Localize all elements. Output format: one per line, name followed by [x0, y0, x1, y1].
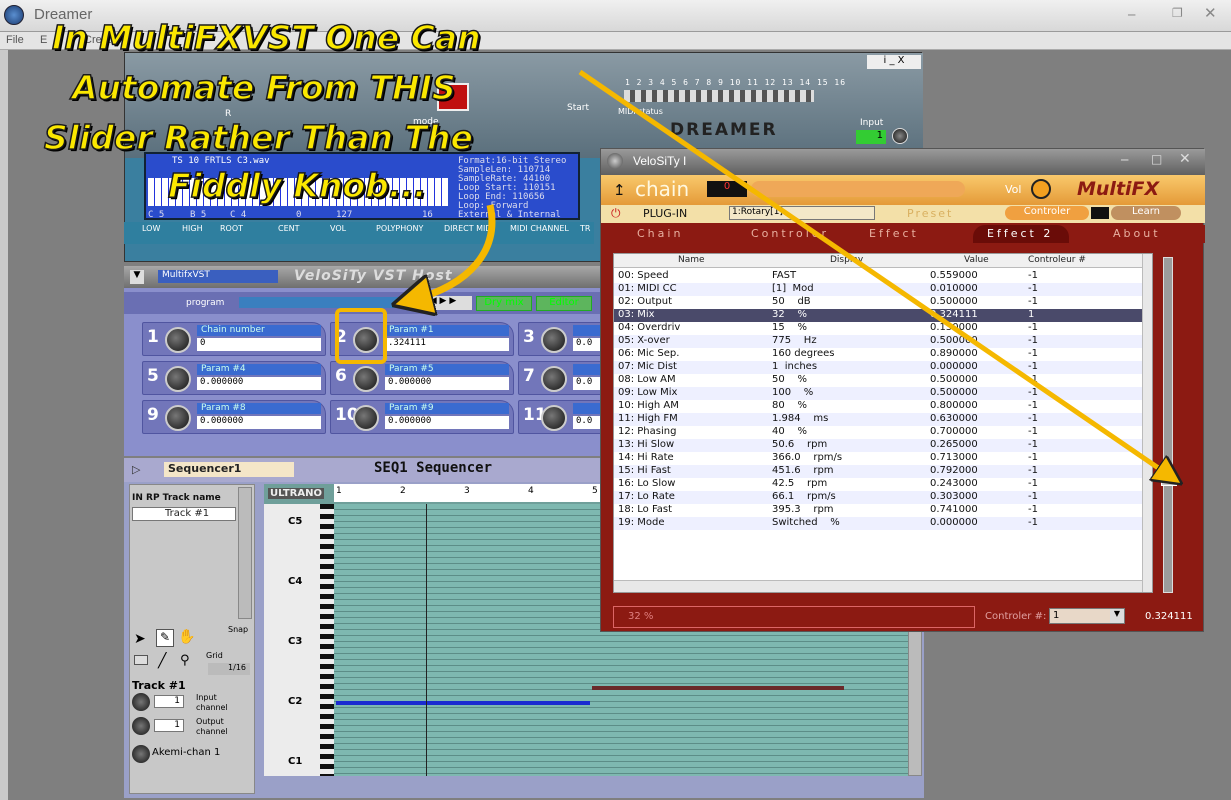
arrow-to-slider	[578, 69, 1170, 476]
annotation-line-1: In MultiFXVST One Can	[51, 17, 481, 58]
screen: Dreamer ─ ❐ ✕ File E Creat R mode Start …	[0, 0, 1231, 800]
annotation-line-4: Fiddly Knob...	[167, 165, 427, 206]
annotation-line-2: Automate From THIS	[71, 67, 456, 108]
annotation-line-3: Slider Rather Than The	[43, 117, 473, 158]
arrow-to-knob	[412, 204, 496, 300]
